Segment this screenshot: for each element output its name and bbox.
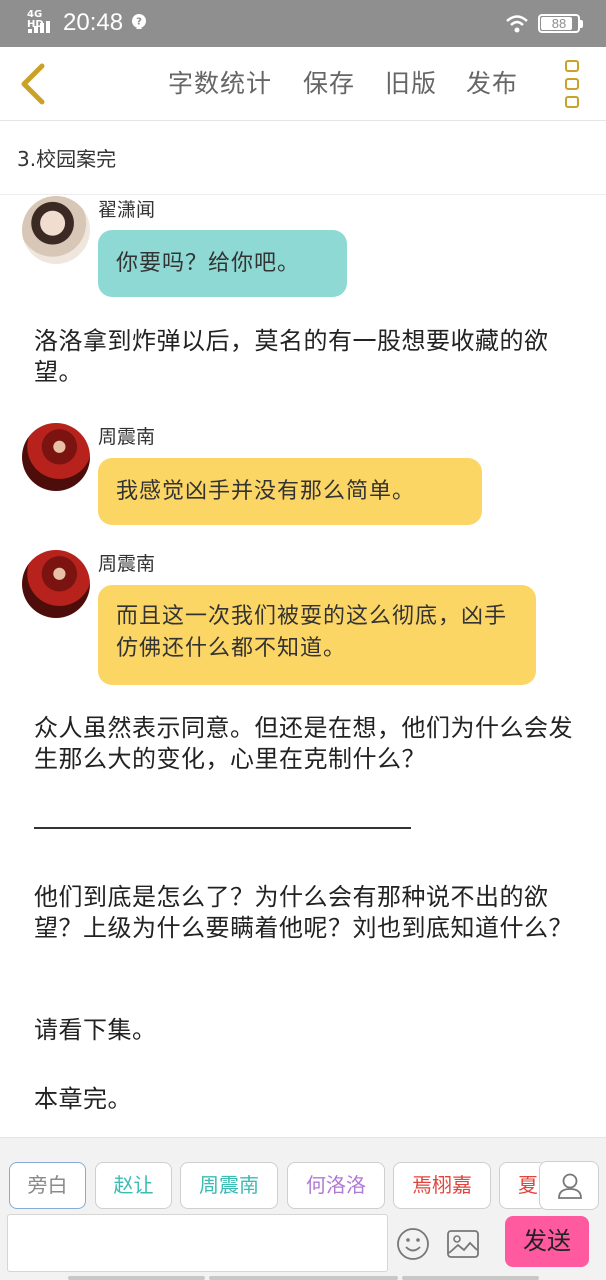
sender-name: 周震南	[98, 553, 156, 575]
notification-icon: ?	[132, 14, 146, 29]
sender-name: 周震南	[98, 426, 156, 448]
clock: 20:48	[63, 9, 124, 36]
image-button[interactable]	[446, 1229, 480, 1259]
composer-panel: 旁白 赵让 周震南 何洛洛 焉栩嘉 夏 发送	[0, 1137, 606, 1280]
status-bar: 4G HD 20:48 ? 88	[0, 0, 606, 47]
more-vertical-icon	[565, 60, 579, 72]
back-button[interactable]	[14, 61, 54, 107]
sender-name: 翟潇闻	[98, 199, 156, 221]
role-chip[interactable]: 焉栩嘉	[393, 1162, 491, 1209]
wifi-icon	[506, 15, 528, 33]
chat-bubble[interactable]: 我感觉凶手并没有那么简单。	[98, 458, 482, 525]
narration-text[interactable]: 众人虽然表示同意。但还是在想，他们为什么会发生那么大的变化，心里在克制什么？	[34, 713, 584, 775]
word-count-button[interactable]: 字数统计	[168, 66, 272, 102]
editor-toolbar: 字数统计 保存 旧版 发布	[0, 47, 606, 121]
narration-text[interactable]: 洛洛拿到炸弹以后，莫名的有一股想要收藏的欲望。	[34, 326, 584, 388]
role-chip[interactable]: 何洛洛	[287, 1162, 385, 1209]
chat-bubble[interactable]: 而且这一次我们被耍的这么彻底，凶手仿佛还什么都不知道。	[98, 585, 536, 685]
more-menu-button[interactable]	[560, 59, 584, 109]
publish-button[interactable]: 发布	[466, 66, 518, 102]
add-role-button[interactable]	[539, 1161, 599, 1210]
narration-text[interactable]: 他们到底是怎么了？为什么会有那种说不出的欲望？上级为什么要瞒着他呢？刘也到底知道…	[34, 882, 584, 944]
send-button[interactable]: 发送	[505, 1216, 589, 1267]
narration-text[interactable]: 请看下集。	[34, 1015, 584, 1046]
emoji-button[interactable]	[396, 1227, 430, 1261]
role-chip[interactable]: 赵让	[95, 1162, 172, 1209]
avatar[interactable]	[22, 196, 90, 264]
chat-bubble[interactable]: 你要吗？给你吧。	[98, 230, 347, 297]
divider	[34, 827, 411, 829]
save-button[interactable]: 保存	[303, 66, 355, 102]
old-version-button[interactable]: 旧版	[385, 66, 437, 102]
battery-icon: 88	[538, 14, 583, 33]
avatar[interactable]	[22, 423, 90, 491]
person-icon	[558, 1173, 582, 1199]
chapter-title-bar[interactable]: 3.校园案完	[0, 122, 606, 195]
battery-level: 88	[551, 16, 567, 31]
message-input[interactable]	[7, 1214, 388, 1272]
narration-text[interactable]: 本章完。	[34, 1084, 584, 1115]
chapter-title: 3.校园案完	[17, 147, 117, 171]
avatar[interactable]	[22, 550, 90, 618]
role-chip-narrator[interactable]: 旁白	[9, 1162, 86, 1209]
signal-icon: 4G HD	[26, 10, 56, 34]
role-chip[interactable]: 周震南	[180, 1162, 278, 1209]
svg-text:?: ?	[136, 17, 142, 28]
